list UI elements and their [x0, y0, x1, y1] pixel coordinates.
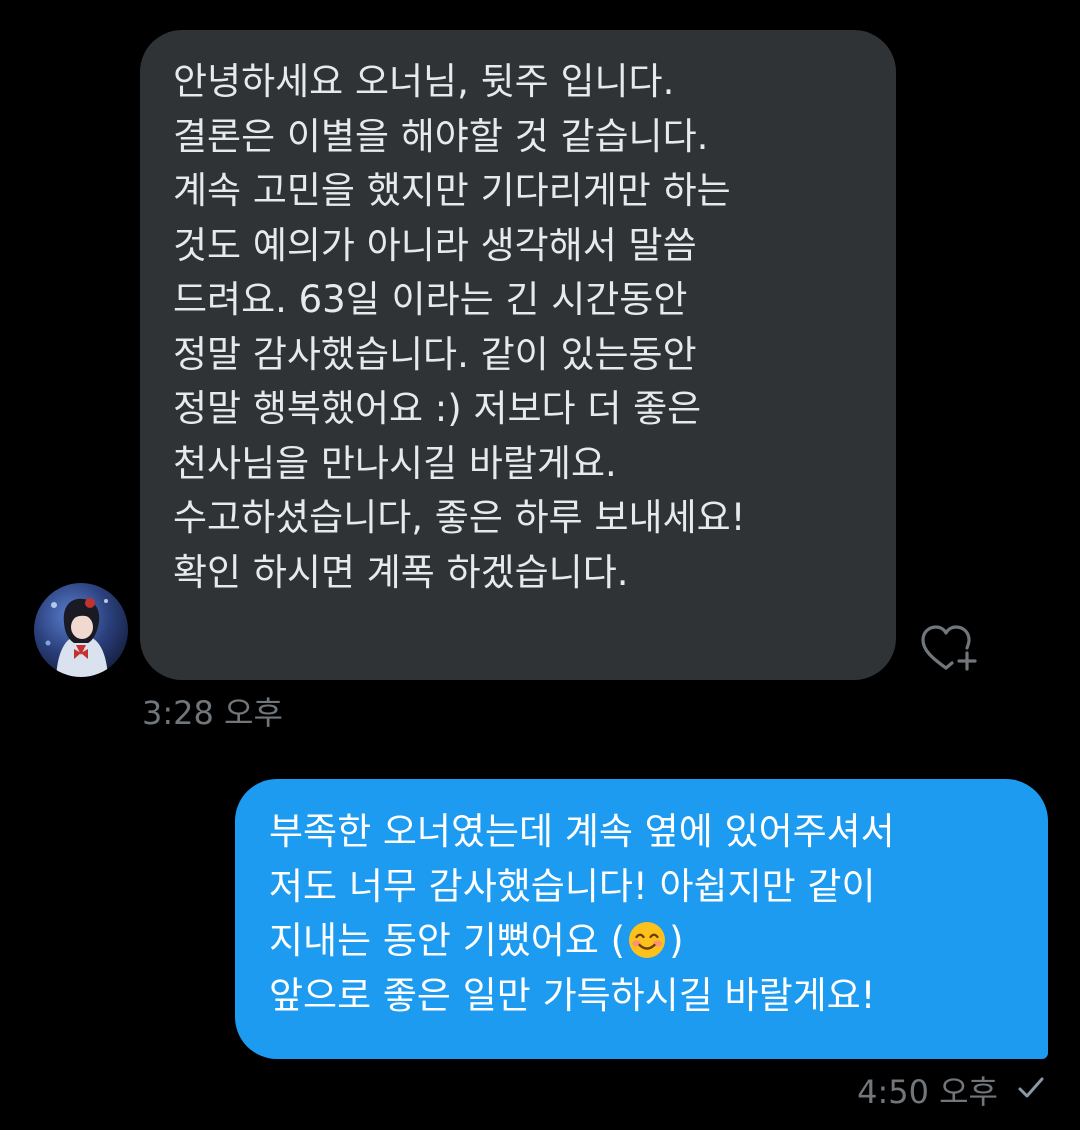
incoming-message-bubble[interactable]: 안녕하세요 오너님, 뒷주 입니다. 결론은 이별을 해야할 것 같습니다. 계…: [140, 30, 896, 680]
contact-avatar[interactable]: [34, 583, 128, 677]
outgoing-message-bubble[interactable]: 부족한 오너였는데 계속 옆에 있어주셔서 저도 너무 감사했습니다! 아쉽지만…: [235, 779, 1048, 1059]
message-line: 정말 감사했습니다. 같이 있는동안: [173, 332, 697, 376]
message-text-segment: 지내는 동안 기뻤어요 (: [269, 919, 626, 962]
smiling-face-emoji: [629, 922, 666, 958]
message-line: 계속 고민을 했지만 기다리게만 하는: [173, 169, 731, 212]
message-line: 것도 예의가 아니라 생각해서 말씀: [173, 223, 697, 267]
message-line: 드려요. 63일 이라는 긴 시간동안: [173, 278, 688, 321]
message-line: 천사님을 만나시길 바랄게요.: [173, 441, 617, 485]
message-line: 부족한 오너였는데 계속 옆에 있어주셔서: [269, 810, 895, 853]
message-text-segment: ): [669, 919, 684, 962]
message-line: 수고하셨습니다, 좋은 하루 보내세요!: [173, 496, 746, 539]
message-line: 안녕하세요 오너님, 뒷주 입니다.: [173, 60, 675, 103]
message-line: 지내는 동안 기뻤어요 ( ): [269, 914, 1028, 969]
heart-plus-icon: [921, 625, 977, 671]
outgoing-message-time: 4:50 오후: [857, 1073, 998, 1111]
message-line: 앞으로 좋은 일만 가득하시길 바랄게요!: [269, 973, 876, 1017]
message-line: 저도 너무 감사했습니다! 아쉽지만 같이: [269, 864, 876, 908]
message-line: 정말 행복했어요 :) 저보다 더 좋은: [173, 387, 702, 430]
react-heart-plus-button[interactable]: [918, 622, 982, 678]
message-line: 확인 하시면 계폭 하겠습니다.: [173, 550, 629, 594]
incoming-message-time: 3:28 오후: [142, 694, 283, 732]
avatar-image: [34, 583, 128, 677]
message-line: 결론은 이별을 해야할 것 같습니다.: [173, 114, 709, 158]
check-icon: [1018, 1077, 1044, 1098]
